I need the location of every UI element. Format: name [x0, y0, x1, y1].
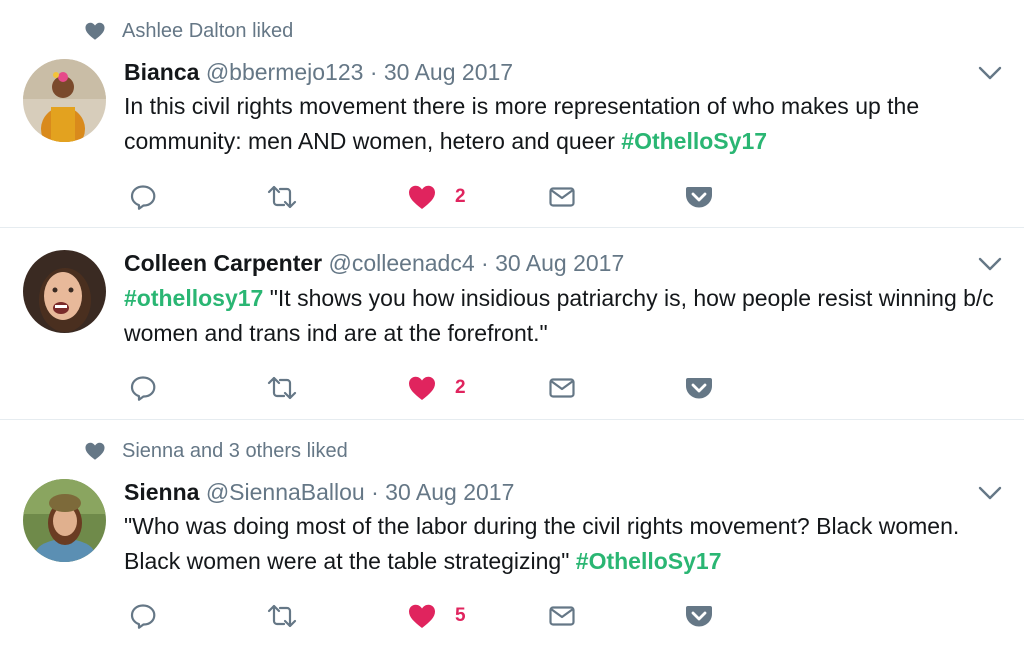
tweet-text: In this civil rights movement there is m… [124, 89, 1004, 159]
pocket-icon [686, 378, 712, 399]
chevron-down-icon[interactable] [977, 64, 1003, 82]
user-handle[interactable]: @SiennaBallou [206, 479, 365, 505]
save-to-pocket-button[interactable] [684, 180, 714, 214]
like-count: 2 [455, 186, 466, 207]
envelope-icon [549, 606, 575, 626]
retweet-icon [267, 604, 297, 628]
tweet-text: "Who was doing most of the labor during … [124, 509, 1004, 579]
avatar[interactable] [23, 479, 106, 562]
tweet-header: Bianca @bbermejo123 · 30 Aug 2017 [124, 57, 513, 87]
tweet-header: Sienna @SiennaBallou · 30 Aug 2017 [124, 477, 514, 507]
tweet-text-body: "Who was doing most of the labor during … [124, 513, 960, 574]
reply-button[interactable] [128, 180, 158, 214]
separator: · [364, 479, 386, 505]
tweet-card[interactable]: Sienna and 3 others liked Sienna @Sienna… [0, 420, 1024, 646]
hashtag-link[interactable]: #OthelloSy17 [621, 128, 767, 154]
heart-icon [85, 22, 105, 40]
reply-button[interactable] [128, 599, 158, 633]
social-context-text: Ashlee Dalton liked [122, 19, 294, 42]
user-handle[interactable]: @bbermejo123 [206, 59, 364, 85]
retweet-icon [267, 185, 297, 209]
pocket-icon [686, 606, 712, 627]
social-context: Sienna and 3 others liked [84, 439, 348, 463]
separator: · [474, 250, 496, 276]
tweet-actions: 2 [128, 371, 728, 405]
envelope-icon [549, 378, 575, 398]
tweet-text: #othellosy17 "It shows you how insidious… [124, 281, 1004, 351]
like-button[interactable]: 2 [407, 371, 466, 405]
reply-icon [130, 376, 156, 401]
social-context-text: Sienna and 3 others liked [122, 439, 348, 462]
heart-icon [409, 376, 435, 400]
like-button[interactable]: 2 [407, 180, 466, 214]
direct-message-button[interactable] [547, 371, 577, 405]
direct-message-button[interactable] [547, 180, 577, 214]
retweet-button[interactable] [265, 599, 299, 633]
reply-icon [130, 185, 156, 210]
hashtag-link[interactable]: #OthelloSy17 [576, 548, 722, 574]
user-handle[interactable]: @colleenadc4 [329, 250, 475, 276]
reply-button[interactable] [128, 371, 158, 405]
reply-icon [130, 604, 156, 629]
save-to-pocket-button[interactable] [684, 371, 714, 405]
retweet-button[interactable] [265, 371, 299, 405]
tweet-actions: 5 [128, 599, 728, 633]
avatar[interactable] [23, 59, 106, 142]
save-to-pocket-button[interactable] [684, 599, 714, 633]
tweet-card[interactable]: Ashlee Dalton liked Bianca @bbermejo123 … [0, 0, 1024, 228]
tweet-card[interactable]: Colleen Carpenter @colleenadc4 · 30 Aug … [0, 228, 1024, 420]
like-count: 5 [455, 605, 466, 626]
chevron-down-icon[interactable] [977, 484, 1003, 502]
hashtag-link[interactable]: #othellosy17 [124, 285, 263, 311]
tweet-feed: Ashlee Dalton liked Bianca @bbermejo123 … [0, 0, 1024, 646]
retweet-button[interactable] [265, 180, 299, 214]
pocket-icon [686, 187, 712, 208]
social-context: Ashlee Dalton liked [84, 19, 293, 43]
envelope-icon [549, 187, 575, 207]
direct-message-button[interactable] [547, 599, 577, 633]
tweet-actions: 2 [128, 180, 728, 214]
tweet-text-body: In this civil rights movement there is m… [124, 93, 920, 154]
heart-icon [409, 604, 435, 628]
heart-icon [85, 442, 105, 460]
tweet-date[interactable]: 30 Aug 2017 [384, 59, 513, 85]
like-count: 2 [455, 377, 466, 398]
tweet-date[interactable]: 30 Aug 2017 [495, 250, 624, 276]
user-name[interactable]: Sienna [124, 479, 199, 505]
retweet-icon [267, 376, 297, 400]
tweet-header: Colleen Carpenter @colleenadc4 · 30 Aug … [124, 248, 624, 278]
avatar[interactable] [23, 250, 106, 333]
separator: · [363, 59, 384, 85]
like-button[interactable]: 5 [407, 599, 466, 633]
chevron-down-icon[interactable] [977, 255, 1003, 273]
tweet-date[interactable]: 30 Aug 2017 [385, 479, 514, 505]
user-name[interactable]: Bianca [124, 59, 199, 85]
heart-icon [409, 185, 435, 209]
user-name[interactable]: Colleen Carpenter [124, 250, 322, 276]
